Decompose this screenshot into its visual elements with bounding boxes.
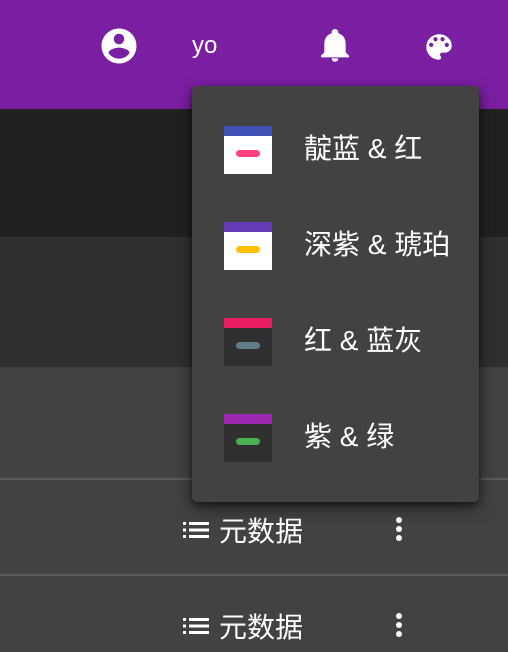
theme-option-label: 深紫 & 琥珀 [304, 229, 451, 260]
username-label[interactable]: yo [192, 30, 217, 62]
theme-swatch [224, 414, 272, 462]
theme-option-label: 紫 & 绿 [304, 421, 395, 452]
notifications-bell-icon[interactable] [319, 27, 351, 63]
theme-option-purple-green[interactable]: 紫 & 绿 [192, 389, 479, 485]
theme-option-deeppurple-amber[interactable]: 深紫 & 琥珀 [192, 197, 479, 293]
more-vert-icon[interactable] [392, 612, 406, 638]
list-icon [183, 618, 209, 634]
metadata-link[interactable]: 元数据 [183, 606, 303, 646]
list-icon [183, 522, 209, 538]
theme-option-pink-bluegrey[interactable]: 红 & 蓝灰 [192, 293, 479, 389]
table-row: 元数据 [0, 574, 508, 652]
row-label: 元数据 [219, 516, 304, 547]
theme-option-indigo-pink[interactable]: 靛蓝 & 红 [192, 101, 479, 197]
theme-picker-menu: 靛蓝 & 红 深紫 & 琥珀 红 & 蓝灰 紫 & 绿 [192, 86, 479, 502]
metadata-link[interactable]: 元数据 [183, 510, 303, 550]
row-label: 元数据 [219, 612, 304, 643]
theme-swatch [224, 126, 272, 174]
theme-option-label: 靛蓝 & 红 [304, 133, 423, 164]
more-vert-icon[interactable] [392, 516, 406, 542]
theme-swatch [224, 222, 272, 270]
theme-swatch [224, 318, 272, 366]
palette-icon[interactable] [422, 30, 456, 64]
account-circle-icon[interactable] [98, 25, 140, 67]
theme-option-label: 红 & 蓝灰 [304, 325, 423, 356]
